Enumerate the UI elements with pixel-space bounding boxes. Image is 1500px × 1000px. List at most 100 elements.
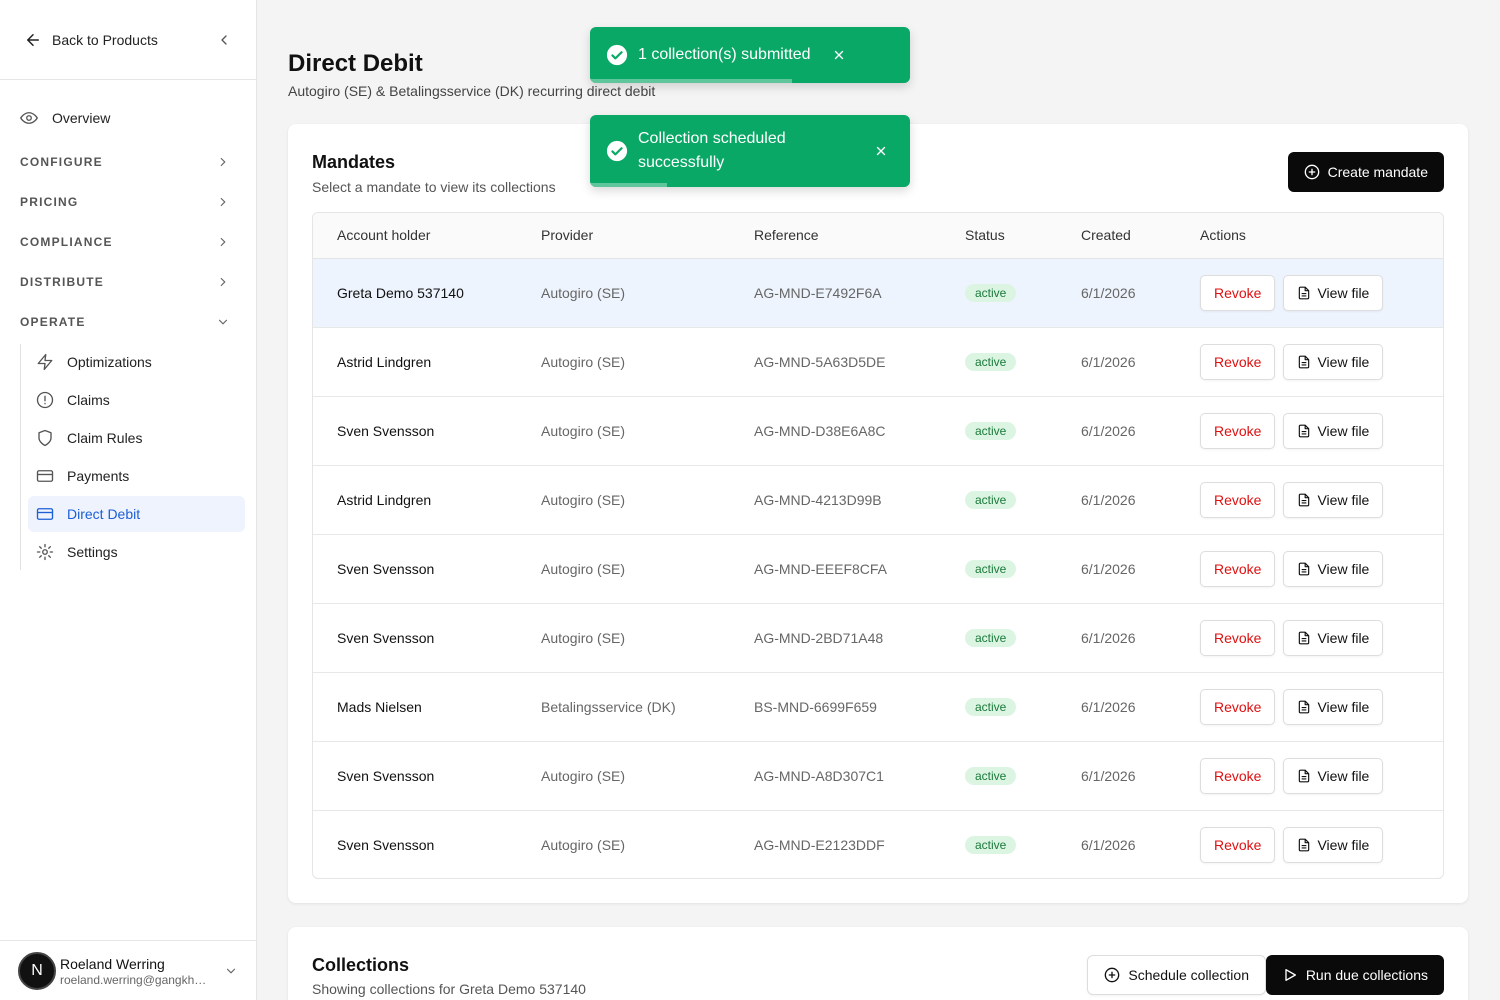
chevron-down-icon <box>226 968 236 974</box>
revoke-button[interactable]: Revoke <box>1200 412 1276 449</box>
view-file-button[interactable]: View file <box>1283 619 1384 656</box>
gear-icon <box>36 543 54 561</box>
view-file-button[interactable]: View file <box>1283 412 1384 449</box>
revoke-button[interactable]: Revoke <box>1200 481 1276 518</box>
cell-created: 6/1/2026 <box>1081 836 1136 853</box>
section-label: COMPLIANCE <box>20 235 113 249</box>
credit-card-icon <box>36 508 54 520</box>
cell-provider: Autogiro (SE) <box>517 327 730 397</box>
cell-account-holder: Sven Svensson <box>313 741 517 811</box>
revoke-button[interactable]: Revoke <box>1200 343 1276 380</box>
view-file-label: View file <box>1317 491 1370 508</box>
page-subtitle: Autogiro (SE) & Betalingsservice (DK) re… <box>288 83 656 99</box>
schedule-collection-label: Schedule collection <box>1128 967 1249 983</box>
section-operate[interactable]: OPERATE <box>0 302 256 342</box>
sidebar-item-optimizations[interactable]: Optimizations <box>28 344 245 380</box>
sidebar-item-overview[interactable]: Overview <box>0 100 256 136</box>
close-icon[interactable] <box>874 144 888 158</box>
cell-created: 6/1/2026 <box>1057 465 1176 535</box>
view-file-button[interactable]: View file <box>1283 826 1384 863</box>
sidebar-item-label: Claim Rules <box>67 430 143 446</box>
user-menu[interactable]: N Roeland Werring roeland.werring@gangkh… <box>0 940 256 1000</box>
view-file-label: View file <box>1317 767 1370 784</box>
revoke-button[interactable]: Revoke <box>1200 826 1276 863</box>
toast-progress <box>590 79 792 83</box>
section-compliance[interactable]: COMPLIANCE <box>0 222 256 262</box>
section-label: OPERATE <box>20 315 86 329</box>
check-circle-icon <box>606 140 628 162</box>
plus-circle-icon <box>1304 164 1319 180</box>
alert-circle-icon <box>36 391 54 409</box>
table-row[interactable]: Sven Svensson Autogiro (SE) AG-MND-E2123DD… <box>313 810 1443 878</box>
col-reference: Reference <box>730 213 941 259</box>
view-file-button[interactable]: View file <box>1283 757 1384 794</box>
cell-created: 6/1/2026 <box>1057 327 1176 397</box>
sidebar: Back to Products Overview CONFIGURE PRIC… <box>0 0 257 1000</box>
create-mandate-button[interactable]: Create mandate <box>1287 152 1444 192</box>
view-file-button[interactable]: View file <box>1283 481 1384 518</box>
table-row[interactable]: Astrid Lindgren Autogiro (SE) AG-MND-4213D… <box>313 465 1443 535</box>
cell-account-holder: Sven Svensson <box>313 396 517 466</box>
table-row[interactable]: Sven Svensson Autogiro (SE) AG-MND-A8D307C… <box>313 741 1443 811</box>
col-actions: Actions <box>1176 213 1443 259</box>
lightning-icon <box>37 353 53 371</box>
chevron-down-icon <box>218 319 228 325</box>
toast-message: Collection scheduled successfully <box>638 130 786 171</box>
status-badge: active <box>965 283 1017 302</box>
section-distribute[interactable]: DISTRIBUTE <box>0 262 256 302</box>
cell-actions: Revoke View file <box>1176 810 1443 878</box>
table-header: Account holder Provider Reference Status… <box>313 213 1443 259</box>
close-icon[interactable] <box>832 48 846 62</box>
view-file-button[interactable]: View file <box>1283 343 1384 380</box>
chevron-right-icon <box>220 277 226 287</box>
cell-status: active <box>941 258 1057 328</box>
section-pricing[interactable]: PRICING <box>0 182 256 222</box>
sidebar-item-claim-rules[interactable]: Claim Rules <box>28 420 245 456</box>
sidebar-item-direct-debit[interactable]: Direct Debit <box>28 496 245 532</box>
mandates-card: Mandates Select a mandate to view its co… <box>288 124 1468 903</box>
arrow-left-icon <box>27 33 39 46</box>
revoke-button[interactable]: Revoke <box>1200 619 1276 656</box>
eye-icon <box>20 112 38 124</box>
table-row[interactable]: Astrid Lindgren Autogiro (SE) AG-MND-5A63D… <box>313 327 1443 397</box>
cell-reference: AG-MND-E7492F6A <box>730 258 941 328</box>
chevron-left-icon[interactable] <box>216 32 232 48</box>
table-row[interactable]: Mads Nielsen Betalingsservice (DK) BS-MND-… <box>313 672 1443 742</box>
view-file-button[interactable]: View file <box>1283 274 1384 311</box>
revoke-button[interactable]: Revoke <box>1200 274 1276 311</box>
table-row[interactable]: Sven Svensson Autogiro (SE) AG-MND-EEEF8CF… <box>313 534 1443 604</box>
col-status: Status <box>941 213 1057 259</box>
section-configure[interactable]: CONFIGURE <box>0 142 256 182</box>
run-due-collections-label: Run due collections <box>1305 967 1428 983</box>
sidebar-item-label: Claims <box>67 392 110 408</box>
run-due-collections-button[interactable]: Run due collections <box>1265 955 1444 995</box>
view-file-label: View file <box>1317 629 1370 646</box>
view-file-button[interactable]: View file <box>1283 550 1384 587</box>
revoke-button[interactable]: Revoke <box>1200 550 1276 587</box>
cell-status: active <box>941 396 1057 466</box>
revoke-button[interactable]: Revoke <box>1200 688 1276 725</box>
cell-provider: Autogiro (SE) <box>517 258 730 328</box>
chevron-right-icon <box>220 197 226 207</box>
row-actions: Revoke View file <box>1200 619 1443 656</box>
cell-created: 6/1/2026 <box>1057 258 1176 328</box>
back-to-products-link[interactable]: Back to Products <box>0 0 256 80</box>
schedule-collection-button[interactable]: Schedule collection <box>1087 955 1266 995</box>
revoke-button[interactable]: Revoke <box>1200 757 1276 794</box>
sidebar-item-claims[interactable]: Claims <box>28 382 245 418</box>
cell-provider: Autogiro (SE) <box>541 836 626 853</box>
cell-provider: Autogiro (SE) <box>517 396 730 466</box>
row-actions: Revoke View file <box>1200 274 1443 311</box>
cell-created: 6/1/2026 <box>1057 741 1176 811</box>
cell-provider: Autogiro (SE) <box>517 603 730 673</box>
table-row[interactable]: Sven Svensson Autogiro (SE) AG-MND-D38E6A8… <box>313 396 1443 466</box>
plus-circle-icon <box>1105 967 1120 983</box>
sidebar-item-payments[interactable]: Payments <box>28 458 245 494</box>
sidebar-item-label: Payments <box>67 468 130 484</box>
table-row[interactable]: Greta Demo 537140 Autogiro (SE) AG-MND-E74… <box>313 258 1443 328</box>
sidebar-item-settings[interactable]: Settings <box>28 534 245 570</box>
table-row[interactable]: Sven Svensson Autogiro (SE) AG-MND-2BD71A4… <box>313 603 1443 673</box>
row-actions: Revoke View file <box>1200 343 1443 380</box>
view-file-button[interactable]: View file <box>1283 688 1384 725</box>
cell-actions: Revoke View file <box>1176 258 1443 328</box>
